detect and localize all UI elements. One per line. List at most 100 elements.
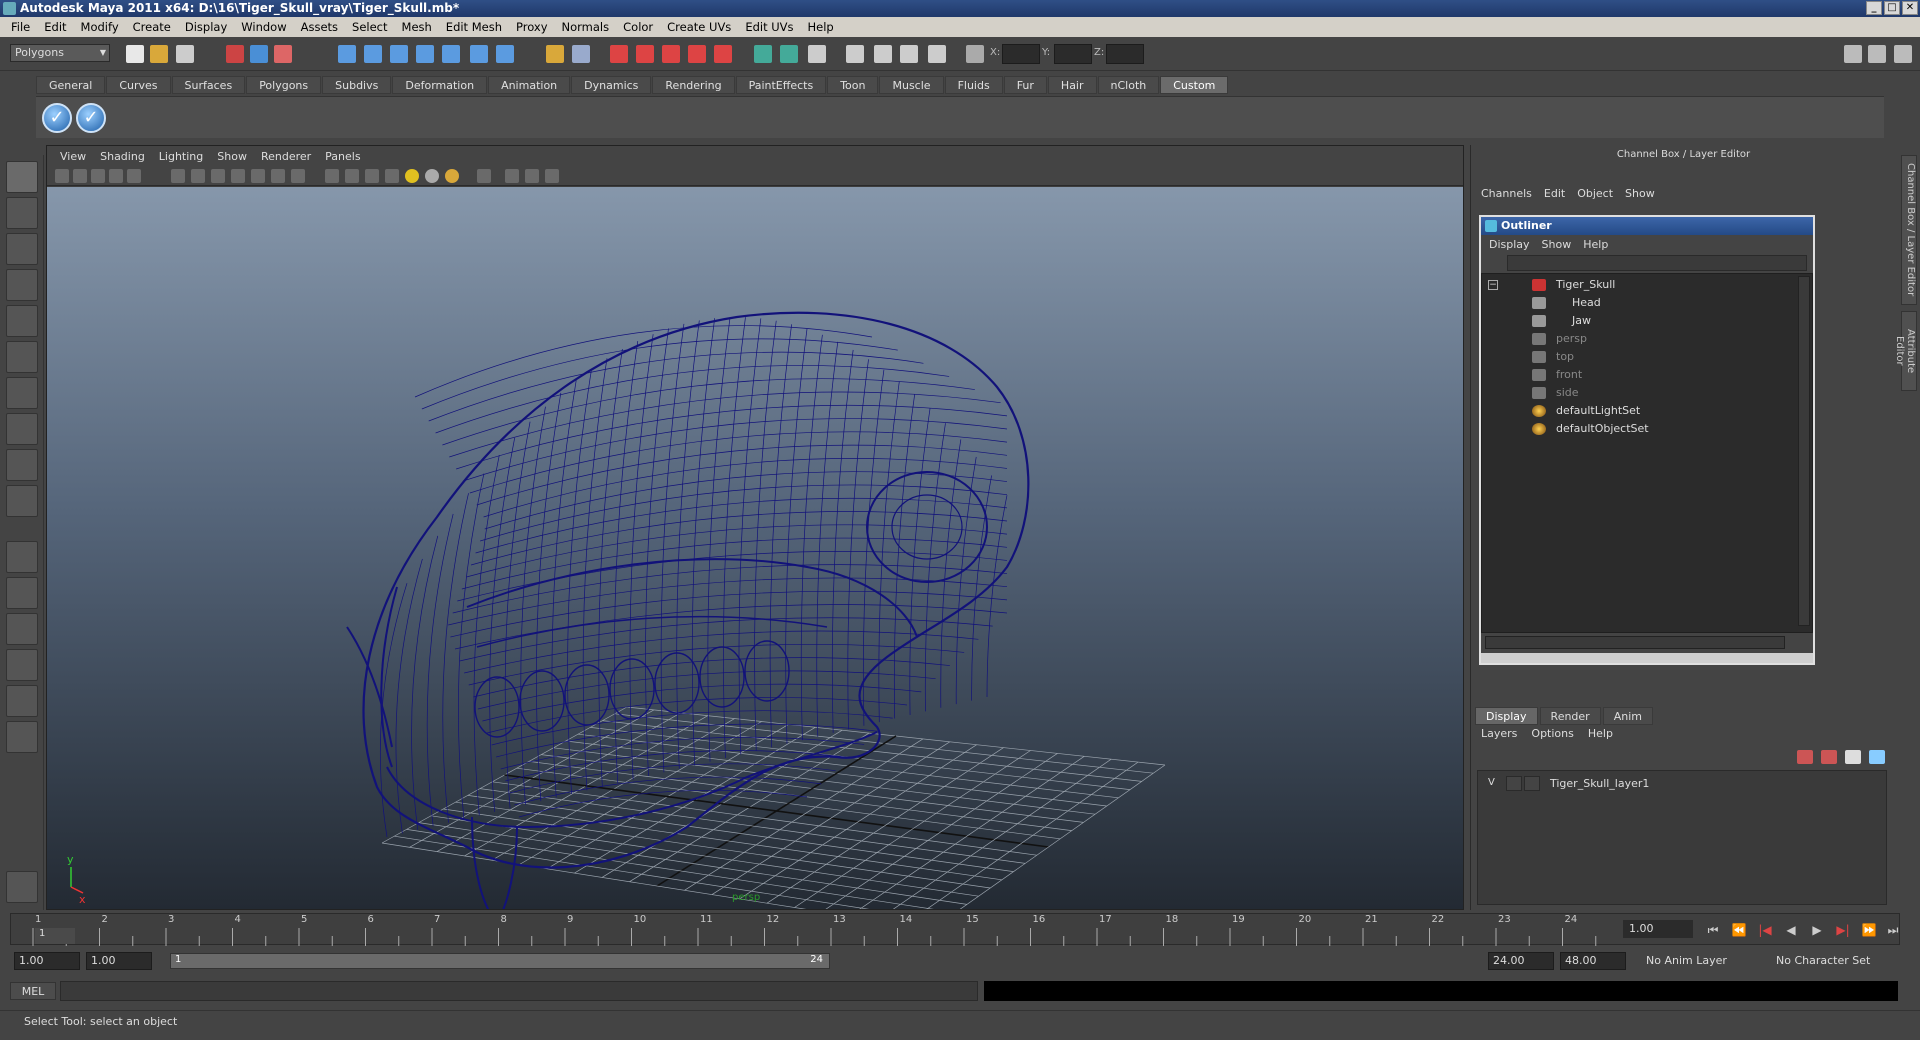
graph-outliner-layout-icon[interactable]: [6, 721, 38, 753]
edit-menu[interactable]: Edit: [1540, 187, 1573, 200]
render-settings-icon[interactable]: [662, 45, 680, 63]
backface-culling-icon[interactable]: [545, 169, 559, 183]
universal-manipulator-icon[interactable]: [6, 377, 38, 409]
2d-pan-zoom-icon[interactable]: [127, 169, 141, 183]
viewport-menu-show[interactable]: Show: [210, 150, 254, 163]
end-time-field[interactable]: 48.00: [1560, 952, 1626, 970]
shelf-tab-curves[interactable]: Curves: [106, 76, 171, 94]
outliner-item[interactable]: top: [1482, 348, 1792, 366]
outliner-horizontal-scrollbar[interactable]: [1481, 633, 1813, 653]
outliner-menu-display[interactable]: Display: [1485, 238, 1538, 251]
relative-transform-icon[interactable]: [780, 45, 798, 63]
x-coord-field[interactable]: [1002, 44, 1040, 64]
create-layer-from-selection-icon[interactable]: [1869, 750, 1885, 764]
shelf-tab-general[interactable]: General: [36, 76, 106, 94]
four-view-layout-icon[interactable]: [6, 577, 38, 609]
shelf-tab-dynamics[interactable]: Dynamics: [571, 76, 652, 94]
history-icon[interactable]: [470, 45, 488, 63]
channel-box-icon[interactable]: [900, 45, 918, 63]
film-gate-icon[interactable]: [191, 169, 205, 183]
menu-assets[interactable]: Assets: [294, 20, 345, 34]
field-chart-icon[interactable]: [251, 169, 265, 183]
snap-grid-icon[interactable]: [338, 45, 356, 63]
rotate-tool-icon[interactable]: [6, 305, 38, 337]
side-tab-attribute-editor[interactable]: Attribute Editor: [1894, 311, 1917, 391]
outliner-menu-show[interactable]: Show: [1538, 238, 1580, 251]
viewport-menu-view[interactable]: View: [53, 150, 93, 163]
tool-settings-icon[interactable]: [874, 45, 892, 63]
current-frame-field[interactable]: 1.00: [1623, 920, 1693, 938]
menu-file[interactable]: File: [4, 20, 37, 34]
show-menu[interactable]: Show: [1621, 187, 1663, 200]
menu-normals[interactable]: Normals: [555, 20, 617, 34]
outliner-item[interactable]: Head: [1482, 294, 1792, 312]
shelf-tab-painteffects[interactable]: PaintEffects: [735, 76, 827, 94]
layers-menu[interactable]: Layers: [1477, 727, 1527, 740]
layer-row[interactable]: V Tiger_Skull_layer1: [1482, 775, 1882, 793]
menu-select[interactable]: Select: [345, 20, 394, 34]
outliner-item[interactable]: − Tiger_Skull: [1482, 276, 1792, 294]
grid-toggle-icon[interactable]: [171, 169, 185, 183]
outliner-filter-field[interactable]: [1507, 255, 1807, 271]
snap-point-icon[interactable]: [390, 45, 408, 63]
select-object-icon[interactable]: [250, 45, 268, 63]
absolute-transform-icon[interactable]: [966, 45, 984, 63]
new-scene-icon[interactable]: [126, 45, 144, 63]
snap-view-plane-icon[interactable]: [416, 45, 434, 63]
menu-window[interactable]: Window: [234, 20, 293, 34]
render-frame-icon[interactable]: [610, 45, 628, 63]
current-frame-marker[interactable]: 1: [35, 928, 75, 944]
snap-live-icon[interactable]: [442, 45, 460, 63]
safe-title-icon[interactable]: [291, 169, 305, 183]
go-to-end-icon[interactable]: ⏭: [1885, 922, 1901, 938]
outliner-vertical-scrollbar[interactable]: [1798, 276, 1810, 626]
3d-scene[interactable]: y x persp: [47, 187, 1463, 930]
menu-mesh[interactable]: Mesh: [395, 20, 439, 34]
time-slider[interactable]: 1 2 3 4 5 6 7 8 9 10 11 12 13 14 15 16 17 18 19 20 21 22 23 24 …: [10, 913, 1901, 946]
playback-start-field[interactable]: 1.00: [86, 952, 152, 970]
outliner-item[interactable]: front: [1482, 366, 1792, 384]
shelf-tab-surfaces[interactable]: Surfaces: [171, 76, 246, 94]
select-tool-icon[interactable]: [6, 161, 38, 193]
layer-playback-toggle[interactable]: [1506, 776, 1522, 791]
layer-color-swatch[interactable]: [1524, 776, 1540, 791]
scale-tool-icon[interactable]: [6, 341, 38, 373]
outliner-item[interactable]: defaultObjectSet: [1482, 420, 1792, 438]
last-tool-icon[interactable]: [6, 485, 38, 517]
toggle-tool-settings-icon[interactable]: [1868, 45, 1886, 63]
menu-modify[interactable]: Modify: [74, 20, 126, 34]
viewport-menu-shading[interactable]: Shading: [93, 150, 152, 163]
menu-color[interactable]: Color: [616, 20, 660, 34]
menu-proxy[interactable]: Proxy: [509, 20, 555, 34]
z-coord-field[interactable]: [1106, 44, 1144, 64]
anim-layer-dropdown[interactable]: No Anim Layer: [1640, 952, 1760, 970]
create-empty-layer-icon[interactable]: [1845, 750, 1861, 764]
use-all-lights-icon[interactable]: [405, 169, 419, 183]
menu-edit-uvs[interactable]: Edit UVs: [738, 20, 800, 34]
menu-create[interactable]: Create: [126, 20, 178, 34]
shelf-tab-fluids[interactable]: Fluids: [944, 76, 1003, 94]
shelf-tab-ncloth[interactable]: nCloth: [1097, 76, 1160, 94]
move-tool-icon[interactable]: [6, 269, 38, 301]
play-forward-icon[interactable]: ▶: [1809, 922, 1825, 938]
lock-icon[interactable]: [546, 45, 564, 63]
shelf-tab-deformation[interactable]: Deformation: [392, 76, 488, 94]
channels-menu[interactable]: Channels: [1477, 187, 1540, 200]
shelf-tab-toon[interactable]: Toon: [827, 76, 879, 94]
shelf-tab-hair[interactable]: Hair: [1047, 76, 1097, 94]
scrollbar-track[interactable]: [1485, 636, 1785, 649]
soft-modification-icon[interactable]: [6, 413, 38, 445]
layer-visibility-toggle[interactable]: V: [1488, 777, 1495, 788]
outliner-item[interactable]: persp: [1482, 330, 1792, 348]
ipr-render-icon[interactable]: [636, 45, 654, 63]
toggle-attribute-editor-icon[interactable]: [1844, 45, 1862, 63]
shelf-tab-custom[interactable]: Custom: [1160, 76, 1229, 94]
tab-display[interactable]: Display: [1475, 707, 1538, 725]
tab-render[interactable]: Render: [1539, 707, 1601, 725]
camera-select-icon[interactable]: [55, 169, 69, 183]
shelf-tab-animation[interactable]: Animation: [488, 76, 571, 94]
persp-outliner-layout-icon[interactable]: [6, 613, 38, 645]
save-scene-icon[interactable]: [176, 45, 194, 63]
menu-edit-mesh[interactable]: Edit Mesh: [439, 20, 509, 34]
checkmark-icon[interactable]: ✓: [42, 103, 72, 133]
